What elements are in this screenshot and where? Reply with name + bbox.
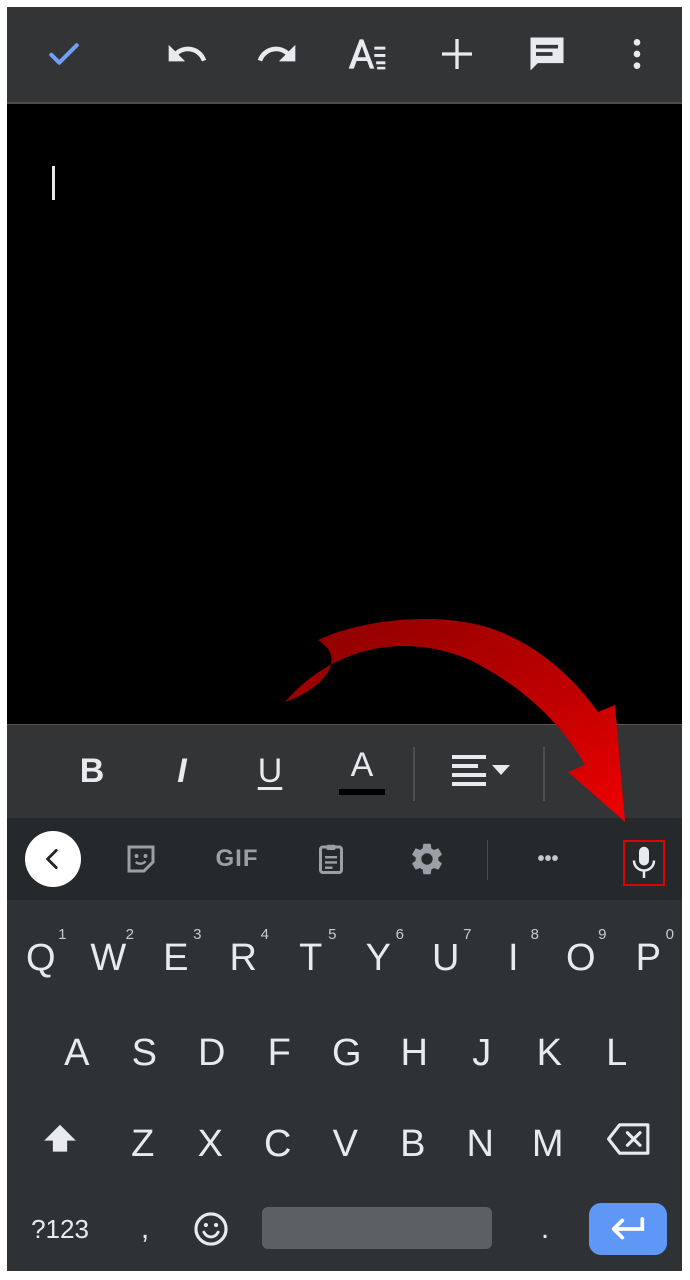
key-b[interactable]: B [379, 1104, 447, 1184]
key-g[interactable]: G [313, 1013, 381, 1093]
format-toolbar: B I U A [7, 724, 682, 819]
shift-key[interactable] [32, 1109, 88, 1169]
key-y[interactable]: Y6 [345, 918, 413, 998]
key-d[interactable]: D [178, 1013, 246, 1093]
redo-icon[interactable] [252, 29, 302, 79]
symbols-key[interactable]: ?123 [25, 1203, 95, 1255]
key-hint: 1 [58, 926, 67, 943]
shift-icon [44, 1124, 76, 1152]
align-left-icon [452, 755, 510, 786]
more-vert-icon[interactable] [612, 29, 662, 79]
key-s[interactable]: S [111, 1013, 179, 1093]
divider [487, 840, 488, 880]
key-label: R [229, 936, 257, 979]
insert-icon[interactable] [432, 29, 482, 79]
key-h[interactable]: H [381, 1013, 449, 1093]
text-format-icon[interactable] [342, 29, 392, 79]
key-label: O [565, 936, 596, 979]
comment-icon[interactable] [522, 29, 572, 79]
comma-key[interactable]: , [125, 1203, 165, 1255]
key-l[interactable]: L [583, 1013, 651, 1093]
key-k[interactable]: K [516, 1013, 584, 1093]
italic-button[interactable]: I [162, 743, 202, 799]
key-hint: 8 [530, 926, 539, 943]
key-z[interactable]: Z [109, 1104, 177, 1184]
space-key[interactable] [262, 1207, 492, 1249]
settings-button[interactable] [403, 833, 451, 885]
key-label: I [507, 936, 519, 979]
document-body[interactable] [7, 104, 682, 724]
key-label: T [299, 936, 323, 979]
key-hint: 9 [598, 926, 607, 943]
voice-typing-button[interactable] [623, 840, 665, 886]
key-r[interactable]: R4 [210, 918, 278, 998]
key-f[interactable]: F [246, 1013, 314, 1093]
text-color-button[interactable]: A [339, 743, 385, 799]
collapse-button[interactable] [25, 831, 81, 887]
key-u[interactable]: U7 [412, 918, 480, 998]
clipboard-button[interactable] [307, 833, 355, 885]
key-x[interactable]: X [177, 1104, 245, 1184]
text-color-label: A [350, 746, 374, 784]
clipboard-icon [319, 844, 343, 874]
keyboard-suggestion-strip: GIF ••• [7, 818, 682, 900]
key-hint: 7 [463, 926, 472, 943]
app-frame: B I U A GIF ••• Q 1 W 2 E 3 R 4 T 5 Y 6 … [7, 7, 682, 1271]
text-color-swatch [339, 789, 385, 795]
key-label: W [90, 936, 127, 979]
key-q[interactable]: Q1 [7, 918, 75, 998]
key-m[interactable]: M [514, 1104, 582, 1184]
key-label: E [163, 936, 189, 979]
key-label: Y [365, 936, 391, 979]
key-hint: 0 [665, 926, 674, 943]
key-label: P [635, 936, 661, 979]
align-dropdown[interactable] [447, 743, 517, 799]
key-j[interactable]: J [448, 1013, 516, 1093]
top-toolbar [7, 7, 682, 104]
bold-button[interactable]: B [72, 743, 112, 799]
backspace-key[interactable] [599, 1109, 659, 1169]
enter-icon [611, 1217, 645, 1240]
key-p[interactable]: P0 [615, 918, 683, 998]
enter-key[interactable] [589, 1203, 667, 1255]
key-c[interactable]: C [244, 1104, 312, 1184]
backspace-icon [607, 1123, 650, 1155]
key-t[interactable]: T5 [277, 918, 345, 998]
gear-icon [412, 843, 442, 875]
undo-icon[interactable] [162, 29, 212, 79]
divider [413, 747, 415, 801]
period-key[interactable]: . [525, 1203, 565, 1255]
sticker-button[interactable] [117, 833, 165, 885]
key-a[interactable]: A [43, 1013, 111, 1093]
key-hint: 5 [328, 926, 337, 943]
sticker-icon [127, 845, 155, 873]
key-w[interactable]: W2 [75, 918, 143, 998]
more-options-button[interactable]: ••• [522, 833, 574, 885]
key-e[interactable]: E3 [142, 918, 210, 998]
key-v[interactable]: V [312, 1104, 380, 1184]
key-hint: 2 [125, 926, 134, 943]
keyboard: GIF ••• Q1W2E3R4T5Y6U7I8O9P0 ASDFGHJKL Z… [7, 818, 682, 1271]
underline-button[interactable]: U [250, 743, 290, 799]
key-o[interactable]: O9 [547, 918, 615, 998]
key-hint: 3 [193, 926, 202, 943]
emoji-icon [194, 1212, 228, 1246]
key-i[interactable]: I8 [480, 918, 548, 998]
key-label: U [432, 936, 460, 979]
chevron-left-icon [46, 848, 58, 870]
key-label: Q [25, 936, 56, 979]
key-hint: 6 [395, 926, 404, 943]
emoji-key[interactable] [185, 1203, 237, 1255]
text-cursor [52, 166, 55, 200]
microphone-icon [632, 846, 656, 878]
gif-button[interactable]: GIF [207, 833, 267, 885]
divider [543, 747, 545, 801]
key-n[interactable]: N [447, 1104, 515, 1184]
check-icon[interactable] [39, 29, 89, 79]
key-hint: 4 [260, 926, 269, 943]
